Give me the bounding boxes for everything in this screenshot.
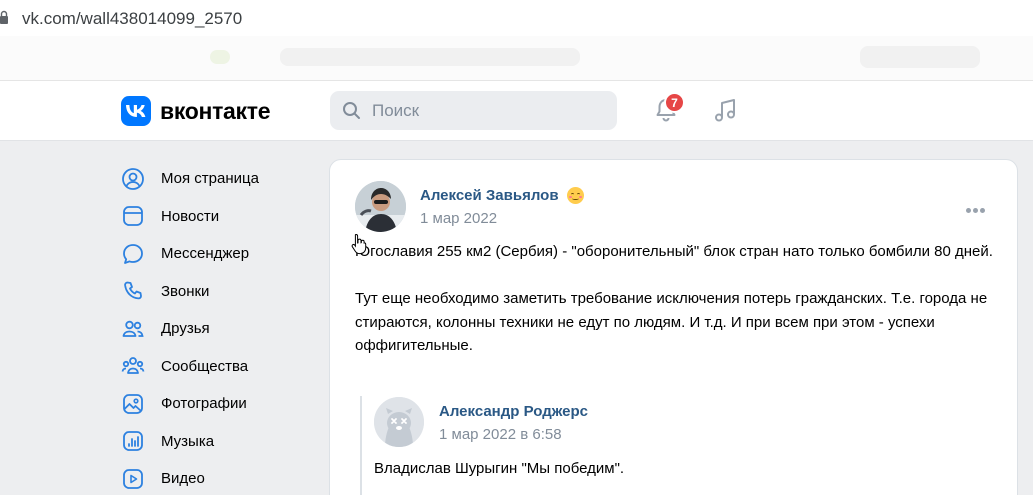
sidebar-item-news[interactable]: Новости <box>121 198 311 236</box>
browser-address-bar[interactable]: vk.com/wall438014099_2570 <box>0 0 1033 36</box>
lock-icon <box>0 10 8 24</box>
sidebar-item-label: Мессенджер <box>161 245 250 263</box>
notifications-badge[interactable]: 7 <box>664 92 685 113</box>
reposted-content: Александр Роджерс 1 мар 2022 в 6:58 Влад… <box>360 396 990 495</box>
more-options-icon[interactable] <box>966 200 988 213</box>
search-placeholder: Поиск <box>372 101 420 120</box>
author-avatar[interactable] <box>355 181 406 232</box>
phone-icon <box>124 281 142 300</box>
vk-logo[interactable]: вконтакте <box>121 96 271 126</box>
sidebar-item-photos[interactable]: Фотографии <box>121 385 311 423</box>
post-paragraph: Тут еще необходимо заметить требование и… <box>355 290 988 354</box>
sidebar-item-label: Видео <box>161 470 205 488</box>
repost-date[interactable]: 1 мар 2022 в 6:58 <box>439 426 562 443</box>
repost-text: Владислав Шурыгин "Мы победим". <box>374 460 625 477</box>
sidebar-item-messenger[interactable]: Мессенджер <box>121 235 311 273</box>
vk-logo-text: вконтакте <box>160 97 271 124</box>
smiling-emoji-icon <box>566 187 584 204</box>
repost-author-name[interactable]: Александр Роджерс <box>439 403 588 420</box>
sidebar-item-communities[interactable]: Сообщества <box>121 348 311 386</box>
sidebar-item-label: Друзья <box>161 320 210 338</box>
browser-url[interactable]: vk.com/wall438014099_2570 <box>22 9 242 29</box>
sidebar-item-label: Фотографии <box>161 395 247 413</box>
hand-cursor-icon <box>351 233 367 255</box>
message-bubble-icon <box>123 243 143 264</box>
search-input[interactable]: Поиск <box>330 91 617 130</box>
sidebar-item-music[interactable]: Музыка <box>121 423 311 461</box>
sidebar-item-label: Музыка <box>161 432 215 450</box>
sidebar-item-calls[interactable]: Звонки <box>121 273 311 311</box>
friends-icon <box>122 320 144 337</box>
music-icon[interactable] <box>711 96 741 126</box>
repost-author-avatar[interactable] <box>374 397 424 447</box>
blurred-toolbar <box>0 36 1033 81</box>
sidebar-item-friends[interactable]: Друзья <box>121 310 311 348</box>
sidebar-item-video[interactable]: Видео <box>121 460 311 495</box>
photo-icon <box>123 393 143 414</box>
vk-header: вконтакте Поиск 7 <box>0 81 1033 141</box>
left-sidebar: Моя страница Новости Мессенджер Звонки Д… <box>121 160 311 495</box>
post-author[interactable]: Алексей Завьялов <box>420 187 584 204</box>
vk-logo-icon <box>121 96 151 126</box>
post-text: Югославия 255 км2 (Сербия) - "оборонител… <box>355 240 995 381</box>
sidebar-item-label: Моя страница <box>161 170 259 188</box>
communities-icon <box>121 357 145 375</box>
user-circle-icon <box>122 167 144 190</box>
sidebar-item-my-page[interactable]: Моя страница <box>121 160 311 198</box>
post-card: Алексей Завьялов 1 мар 2022 Югославия 25… <box>329 159 1018 495</box>
sidebar-item-label: Новости <box>161 207 220 225</box>
sidebar-item-label: Сообщества <box>161 357 249 375</box>
music-icon <box>123 431 143 452</box>
search-icon <box>343 102 360 119</box>
newsfeed-icon <box>123 206 143 227</box>
post-author-name[interactable]: Алексей Завьялов <box>420 187 559 204</box>
post-date[interactable]: 1 мар 2022 <box>420 210 497 227</box>
post-paragraph: Югославия 255 км2 (Сербия) - "оборонител… <box>355 243 993 260</box>
video-icon <box>123 468 143 489</box>
sidebar-item-label: Звонки <box>161 282 210 300</box>
